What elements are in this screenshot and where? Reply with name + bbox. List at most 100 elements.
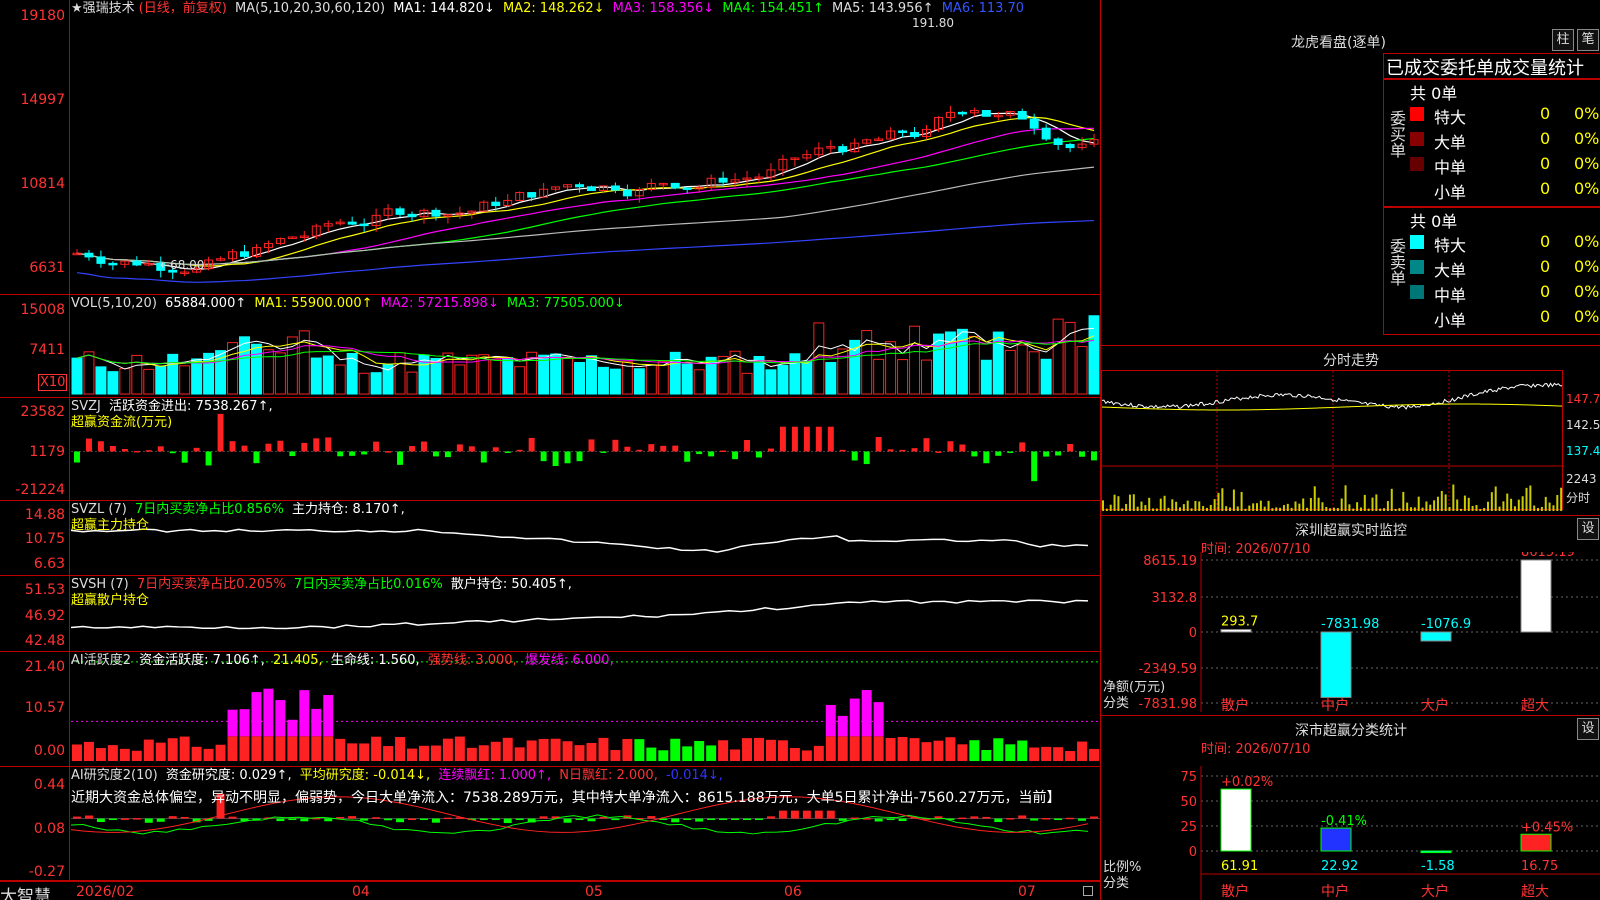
bar-mode-button[interactable]: 柱 xyxy=(1552,29,1574,51)
activity-bar xyxy=(562,741,573,762)
research-bar xyxy=(982,816,991,819)
category-label: 散户 xyxy=(1221,697,1249,712)
svzl-subtitle: 超赢主力持仓 xyxy=(71,518,150,533)
kline-pane[interactable]: 19180 14997 10814 6631 ★强瑞技术 (日线，前复权) MA(… xyxy=(0,0,1100,295)
svzj-pane[interactable]: 23582 1179 -21224 SVZJ 活跃资金进出: 7538.267↑… xyxy=(0,398,1100,501)
intraday-vol-bar xyxy=(1113,494,1116,511)
activity-bar xyxy=(933,740,944,762)
activity-bar xyxy=(514,747,525,762)
volume-bar xyxy=(179,365,191,395)
ai-activity-pane[interactable]: 21.40 10.57 0.00 AI活跃度2 资金活跃度: 7.106↑, 2… xyxy=(0,652,1100,767)
research-bar xyxy=(1078,818,1087,821)
activity-bar xyxy=(191,746,202,762)
volume-pane[interactable]: 15008 7411 X10 VOL(5,10,20) 65884.000↑ M… xyxy=(0,295,1100,398)
y-label: 6.63 xyxy=(33,556,65,572)
color-swatch xyxy=(1410,235,1424,249)
stock-name[interactable]: ★强瑞技术 xyxy=(71,1,135,16)
volume-bar xyxy=(430,357,442,395)
ss-settings-button[interactable]: 设 xyxy=(1577,718,1599,740)
volume-bar xyxy=(897,359,909,395)
x-label: 05 xyxy=(585,884,603,900)
activity-bar xyxy=(335,738,346,762)
flow-bar xyxy=(1043,451,1050,457)
activity-bar-top xyxy=(837,715,848,737)
y-label: 21.40 xyxy=(24,659,65,675)
flow-bar xyxy=(1019,442,1026,452)
activity-bar xyxy=(83,741,94,762)
volume-bar xyxy=(980,359,992,395)
order-value: 0 xyxy=(1540,257,1551,276)
period-label[interactable]: (日线，前复权) xyxy=(139,1,227,16)
activity-bar xyxy=(658,750,669,762)
activity-bar xyxy=(538,738,549,762)
ai2-header: AI研究度2(10) 资金研究度: 0.029↑, 平均研究度: -0.014↓… xyxy=(71,768,727,784)
x-axis: 大智慧 2026/02 04 05 06 07 xyxy=(0,881,1100,900)
activity-bar xyxy=(203,748,214,762)
activity-bar xyxy=(921,742,932,762)
research-bar xyxy=(731,818,740,821)
intraday-vol-bar xyxy=(1132,494,1135,511)
sz-cat-label: 分类 xyxy=(1103,696,1130,711)
intraday-y: 142.5 xyxy=(1566,418,1600,432)
kline-plot[interactable] xyxy=(71,0,1100,294)
volume-bar xyxy=(107,371,119,395)
flow-bar xyxy=(109,445,116,452)
intraday-vol-bar xyxy=(1294,501,1297,511)
svzl-pane[interactable]: 14.88 10.75 6.63 SVZL (7) 7日内买卖净占比0.856%… xyxy=(0,501,1100,576)
flow-bar xyxy=(241,445,248,452)
intraday-panel[interactable]: 分时走势 147.7 142.5 137.4 2243 分时 xyxy=(1101,345,1600,515)
volume-bar xyxy=(633,368,645,395)
candle xyxy=(96,256,106,264)
y-label: 25 xyxy=(1180,820,1197,835)
tick-mode-button[interactable]: 笔 xyxy=(1577,29,1599,51)
research-bar xyxy=(336,817,345,819)
low-note: ←68.00 xyxy=(160,258,205,272)
order-row: 特大 0 0% xyxy=(1410,232,1600,255)
svzl-title: SVZL (7) xyxy=(71,502,127,517)
flow-bar xyxy=(361,451,368,455)
intraday-vol-bar xyxy=(1421,507,1424,511)
candle xyxy=(1017,111,1027,120)
ai-research-pane[interactable]: 0.44 0.08 -0.27 AI研究度2(10) 资金研究度: 0.029↑… xyxy=(0,767,1100,881)
activity-bar xyxy=(131,750,142,762)
intraday-vol-bar xyxy=(1498,506,1501,511)
research-bar xyxy=(587,818,596,822)
svsh-pane[interactable]: 51.53 46.92 42.48 SVSH (7) 7日内买卖净占比0.205… xyxy=(0,576,1100,652)
activity-bar xyxy=(239,736,250,762)
flow-bar xyxy=(791,426,798,452)
color-swatch xyxy=(1410,107,1424,121)
ss-stat-panel[interactable]: 深市超赢分类统计 设 时间: 2026/07/10 75 50 25 0 +0.02% 6… xyxy=(1101,715,1600,900)
y-label: 0.00 xyxy=(33,743,65,759)
flow-bar xyxy=(432,451,439,457)
intraday-vol-bar xyxy=(1140,501,1143,511)
intraday-plot[interactable] xyxy=(1101,370,1564,511)
lock-icon[interactable] xyxy=(1083,886,1093,896)
flow-bar xyxy=(409,446,415,452)
ai2-b: 平均研究度: -0.014↓, xyxy=(299,768,431,783)
vol-header: VOL(5,10,20) 65884.000↑ MA1: 55900.000↑ … xyxy=(71,296,629,312)
flow-bar xyxy=(660,445,667,452)
volume-bar xyxy=(574,361,585,395)
activity-bar xyxy=(777,740,788,762)
flow-bar xyxy=(875,437,882,452)
intraday-vol: 2243 xyxy=(1566,472,1597,486)
ai1-plot[interactable] xyxy=(71,652,1100,766)
sz-monitor-panel[interactable]: 深圳超赢实时监控 设 时间: 2026/07/10 8615.19 3132.8 0… xyxy=(1101,515,1600,715)
research-bar xyxy=(372,817,381,819)
brand-logo[interactable]: 大智慧 xyxy=(0,882,51,900)
activity-bar xyxy=(742,738,753,762)
vol-value: 65884.000↑ xyxy=(165,296,247,311)
y-label: 10814 xyxy=(20,176,65,192)
intraday-vol-bar xyxy=(1109,504,1112,511)
volume-bar xyxy=(167,353,179,395)
intraday-vol-bar xyxy=(1471,505,1474,511)
intraday-vol-bar xyxy=(1348,504,1351,511)
activity-bar xyxy=(1005,744,1016,762)
intraday-vol-bar xyxy=(1232,489,1235,511)
sz-settings-button[interactable]: 设 xyxy=(1577,518,1599,540)
activity-bar-top xyxy=(873,702,884,737)
research-bar xyxy=(575,818,584,821)
volume-bar xyxy=(645,364,657,395)
y-label: 6631 xyxy=(29,260,65,276)
category-label: 大户 xyxy=(1421,697,1449,712)
